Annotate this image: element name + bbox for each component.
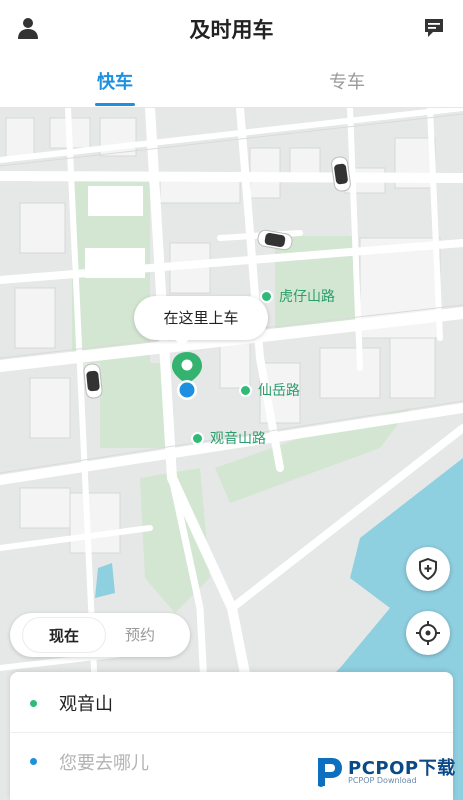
watermark-sub: PCPOP Download	[348, 776, 417, 785]
pickup-dot-icon	[30, 699, 37, 707]
car-icon	[82, 362, 104, 400]
poi-huzaishan-road[interactable]: 虎仔山路	[262, 286, 335, 306]
ride-type-tabs: 快车 专车	[0, 58, 463, 108]
page-title: 及时用车	[189, 18, 274, 42]
locate-button[interactable]	[406, 611, 450, 655]
time-toggle: 现在 预约	[10, 613, 190, 657]
active-tab-indicator	[95, 103, 135, 106]
safety-shield-button[interactable]	[406, 547, 450, 591]
poi-guanyinshan-road[interactable]: 观音山路	[193, 428, 266, 448]
poi-xianyue-road[interactable]: 仙岳路	[241, 380, 300, 400]
pickup-address: 观音山	[59, 694, 113, 715]
callout-tail	[174, 338, 190, 347]
poi-dot-icon	[193, 433, 202, 443]
poi-label: 仙岳路	[258, 383, 300, 399]
poi-dot-icon	[241, 385, 250, 395]
pickup-callout[interactable]: 在这里上车	[134, 296, 268, 340]
pcpop-logo-icon	[318, 758, 342, 787]
top-bar: 及时用车	[0, 0, 463, 58]
destination-dot-icon	[30, 758, 37, 765]
watermark: PCPOP下载 PCPOP Download	[312, 752, 460, 796]
shield-plus-icon	[419, 557, 437, 581]
pickup-pin-icon[interactable]	[170, 350, 204, 402]
now-option[interactable]: 现在	[22, 617, 106, 653]
tab-premium[interactable]: 专车	[287, 68, 407, 94]
pickup-address-row[interactable]: 观音山	[10, 674, 453, 732]
message-icon[interactable]	[420, 14, 448, 42]
poi-label: 观音山路	[210, 431, 266, 447]
poi-dot-icon	[262, 291, 271, 301]
reserve-option[interactable]: 预约	[98, 617, 182, 653]
tab-express[interactable]: 快车	[55, 68, 175, 94]
crosshair-icon	[416, 621, 440, 645]
destination-placeholder: 您要去哪儿	[59, 752, 149, 774]
poi-label: 虎仔山路	[279, 289, 335, 305]
